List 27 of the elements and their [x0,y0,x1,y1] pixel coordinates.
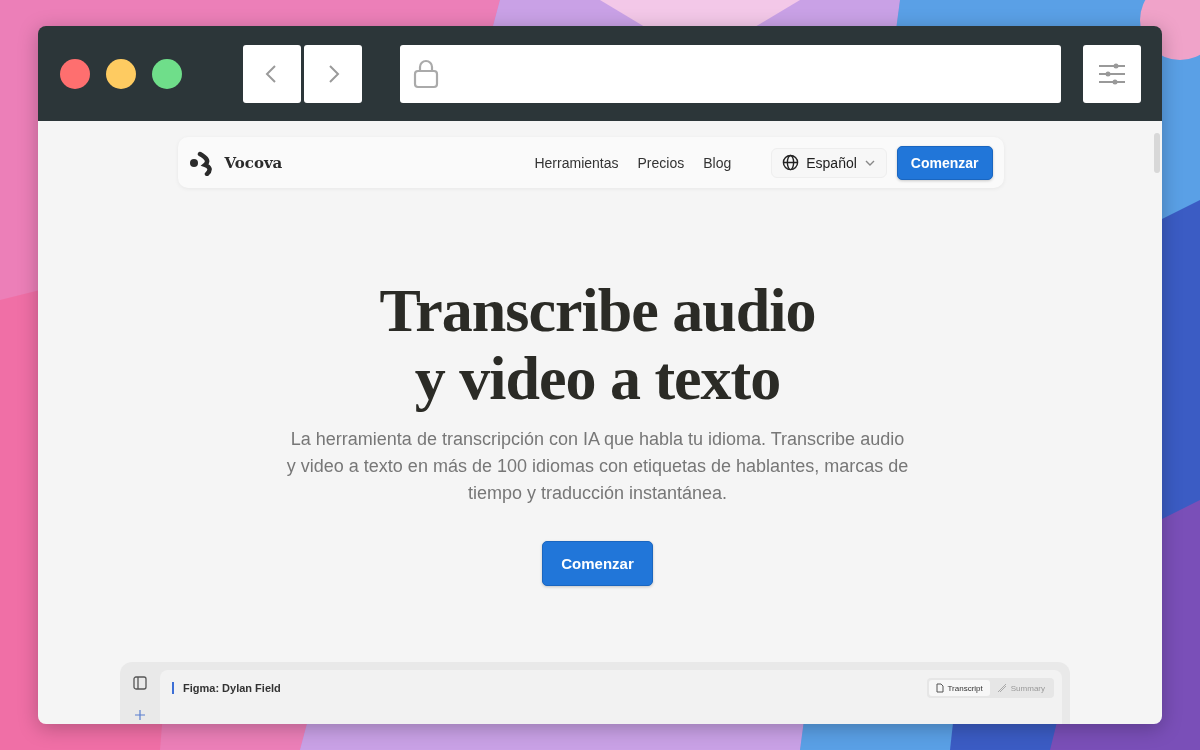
window-control[interactable] [152,58,182,89]
hero-subtitle: La herramienta de transcripción con IA que habla tu idioma. Transcribe audio y video a texto en más de 100 idiomas con etiquetas de hablantes, marcas de tiempo y traducción instantánea. [285,428,910,505]
language-selector[interactable]: Español [771,147,887,178]
sidebar-icon[interactable] [133,676,147,690]
view-tab[interactable]: Transcript [928,680,990,696]
settings-button[interactable] [1083,44,1141,103]
globe-icon [782,154,800,171]
chevron-down-icon [863,158,876,167]
scrollbar[interactable] [1154,133,1160,173]
document-icon [935,683,944,693]
brand-name[interactable]: Vocova [224,153,283,172]
pencil-icon [996,683,1007,693]
window-control[interactable] [106,58,136,89]
nav-link[interactable]: Herramientas [534,154,619,171]
sliders-icon [1098,61,1126,86]
lock-icon [413,58,439,89]
nav-link[interactable]: Precios [637,154,685,171]
forward-button[interactable] [304,44,362,103]
address-bar[interactable] [400,44,1061,103]
window-control[interactable] [60,58,90,89]
add-icon[interactable] [135,710,145,720]
back-button[interactable] [243,44,301,103]
start-button[interactable]: Comenzar [542,541,653,586]
nav-link[interactable]: Blog [703,154,732,171]
hero-title: Transcribe audio y video a texto [378,276,817,412]
start-button[interactable]: Comenzar [896,145,993,180]
document-title: Figma: Dylan Field [172,682,281,694]
